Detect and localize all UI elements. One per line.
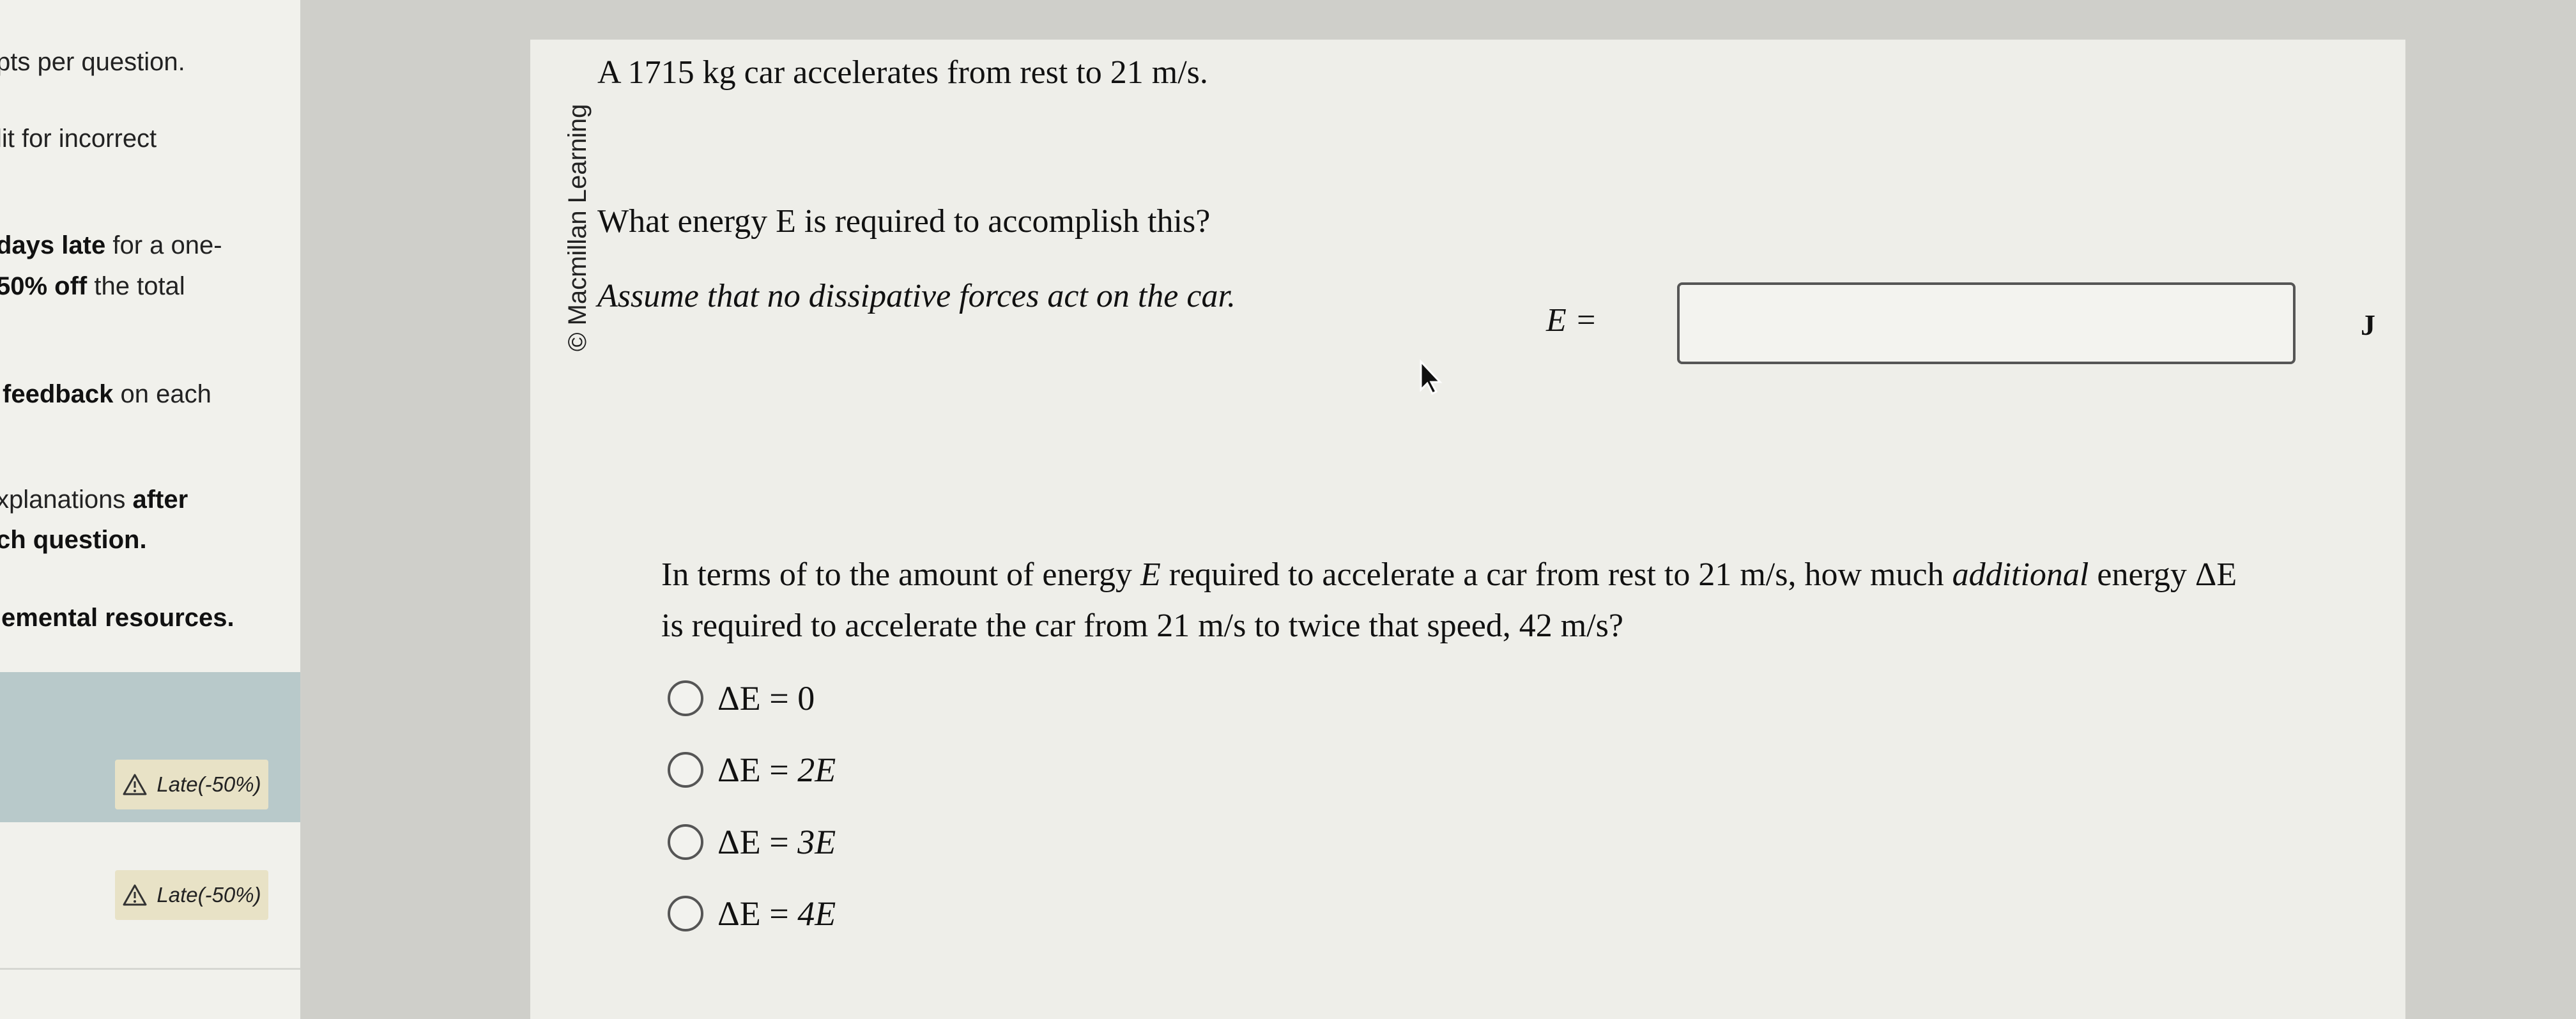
late-badge: Late(-50%) [115, 760, 268, 809]
option-label: ΔE = 3E [717, 823, 836, 861]
sidebar-text-days-late: days late for a one- [0, 231, 222, 259]
sidebar-text-resources: emental resources. [1, 604, 234, 632]
warning-triangle-icon [123, 774, 147, 795]
sidebar-text-each-question: ch question. [0, 526, 147, 554]
macmillan-credit-text: © Macmillan Learning [564, 103, 592, 351]
sidebar-text-off-total: 50% off the total [0, 272, 185, 300]
radio-circle-icon[interactable] [668, 824, 703, 860]
mouse-pointer-icon [1420, 359, 1443, 395]
sidebar-text-feedback: feedback on each [3, 380, 211, 408]
sidebar-question-item-active[interactable]: Late(-50%) [0, 672, 300, 822]
late-badge: Late(-50%) [115, 870, 268, 920]
question-assumption: Assume that no dissipative forces act on… [597, 278, 1236, 314]
option-label: ΔE = 4E [717, 894, 836, 933]
late-badge-label: Late(-50%) [157, 883, 261, 907]
option-delta-e-0[interactable]: ΔE = 0 [668, 678, 815, 718]
late-badge-label: Late(-50%) [157, 772, 261, 796]
option-delta-e-4e[interactable]: ΔE = 4E [668, 894, 836, 933]
answer-unit: J [2361, 309, 2375, 341]
warning-triangle-icon [123, 884, 147, 906]
part2-question-line1: In terms of to the amount of energy E re… [661, 556, 2237, 593]
sidebar-text-incorrect: lit for incorrect [0, 125, 157, 153]
option-delta-e-3e[interactable]: ΔE = 3E [668, 822, 836, 862]
option-label: ΔE = 0 [717, 679, 815, 717]
question-panel: © Macmillan Learning A 1715 kg car accel… [530, 40, 2405, 1019]
problem-statement: A 1715 kg car accelerates from rest to 2… [597, 54, 1208, 91]
answer-label: E = [1546, 302, 1597, 339]
sidebar-text-explanations: xplanations after [0, 486, 188, 514]
option-delta-e-2e[interactable]: ΔE = 2E [668, 750, 836, 790]
sidebar-question-item[interactable]: Late(-50%) [0, 822, 300, 970]
copyright-credit: © Macmillan Learning [530, 40, 592, 372]
sidebar-text-points: pts per question. [0, 48, 185, 76]
part2-question-line2: is required to accelerate the car from 2… [661, 608, 1623, 644]
radio-circle-icon[interactable] [668, 896, 703, 931]
radio-circle-icon[interactable] [668, 752, 703, 788]
option-label: ΔE = 2E [717, 751, 836, 789]
question-prompt: What energy E is required to accomplish … [597, 203, 1211, 240]
radio-circle-icon[interactable] [668, 680, 703, 716]
energy-answer-input[interactable] [1677, 282, 2296, 364]
assignment-sidebar: pts per question. lit for incorrect days… [0, 0, 302, 1019]
